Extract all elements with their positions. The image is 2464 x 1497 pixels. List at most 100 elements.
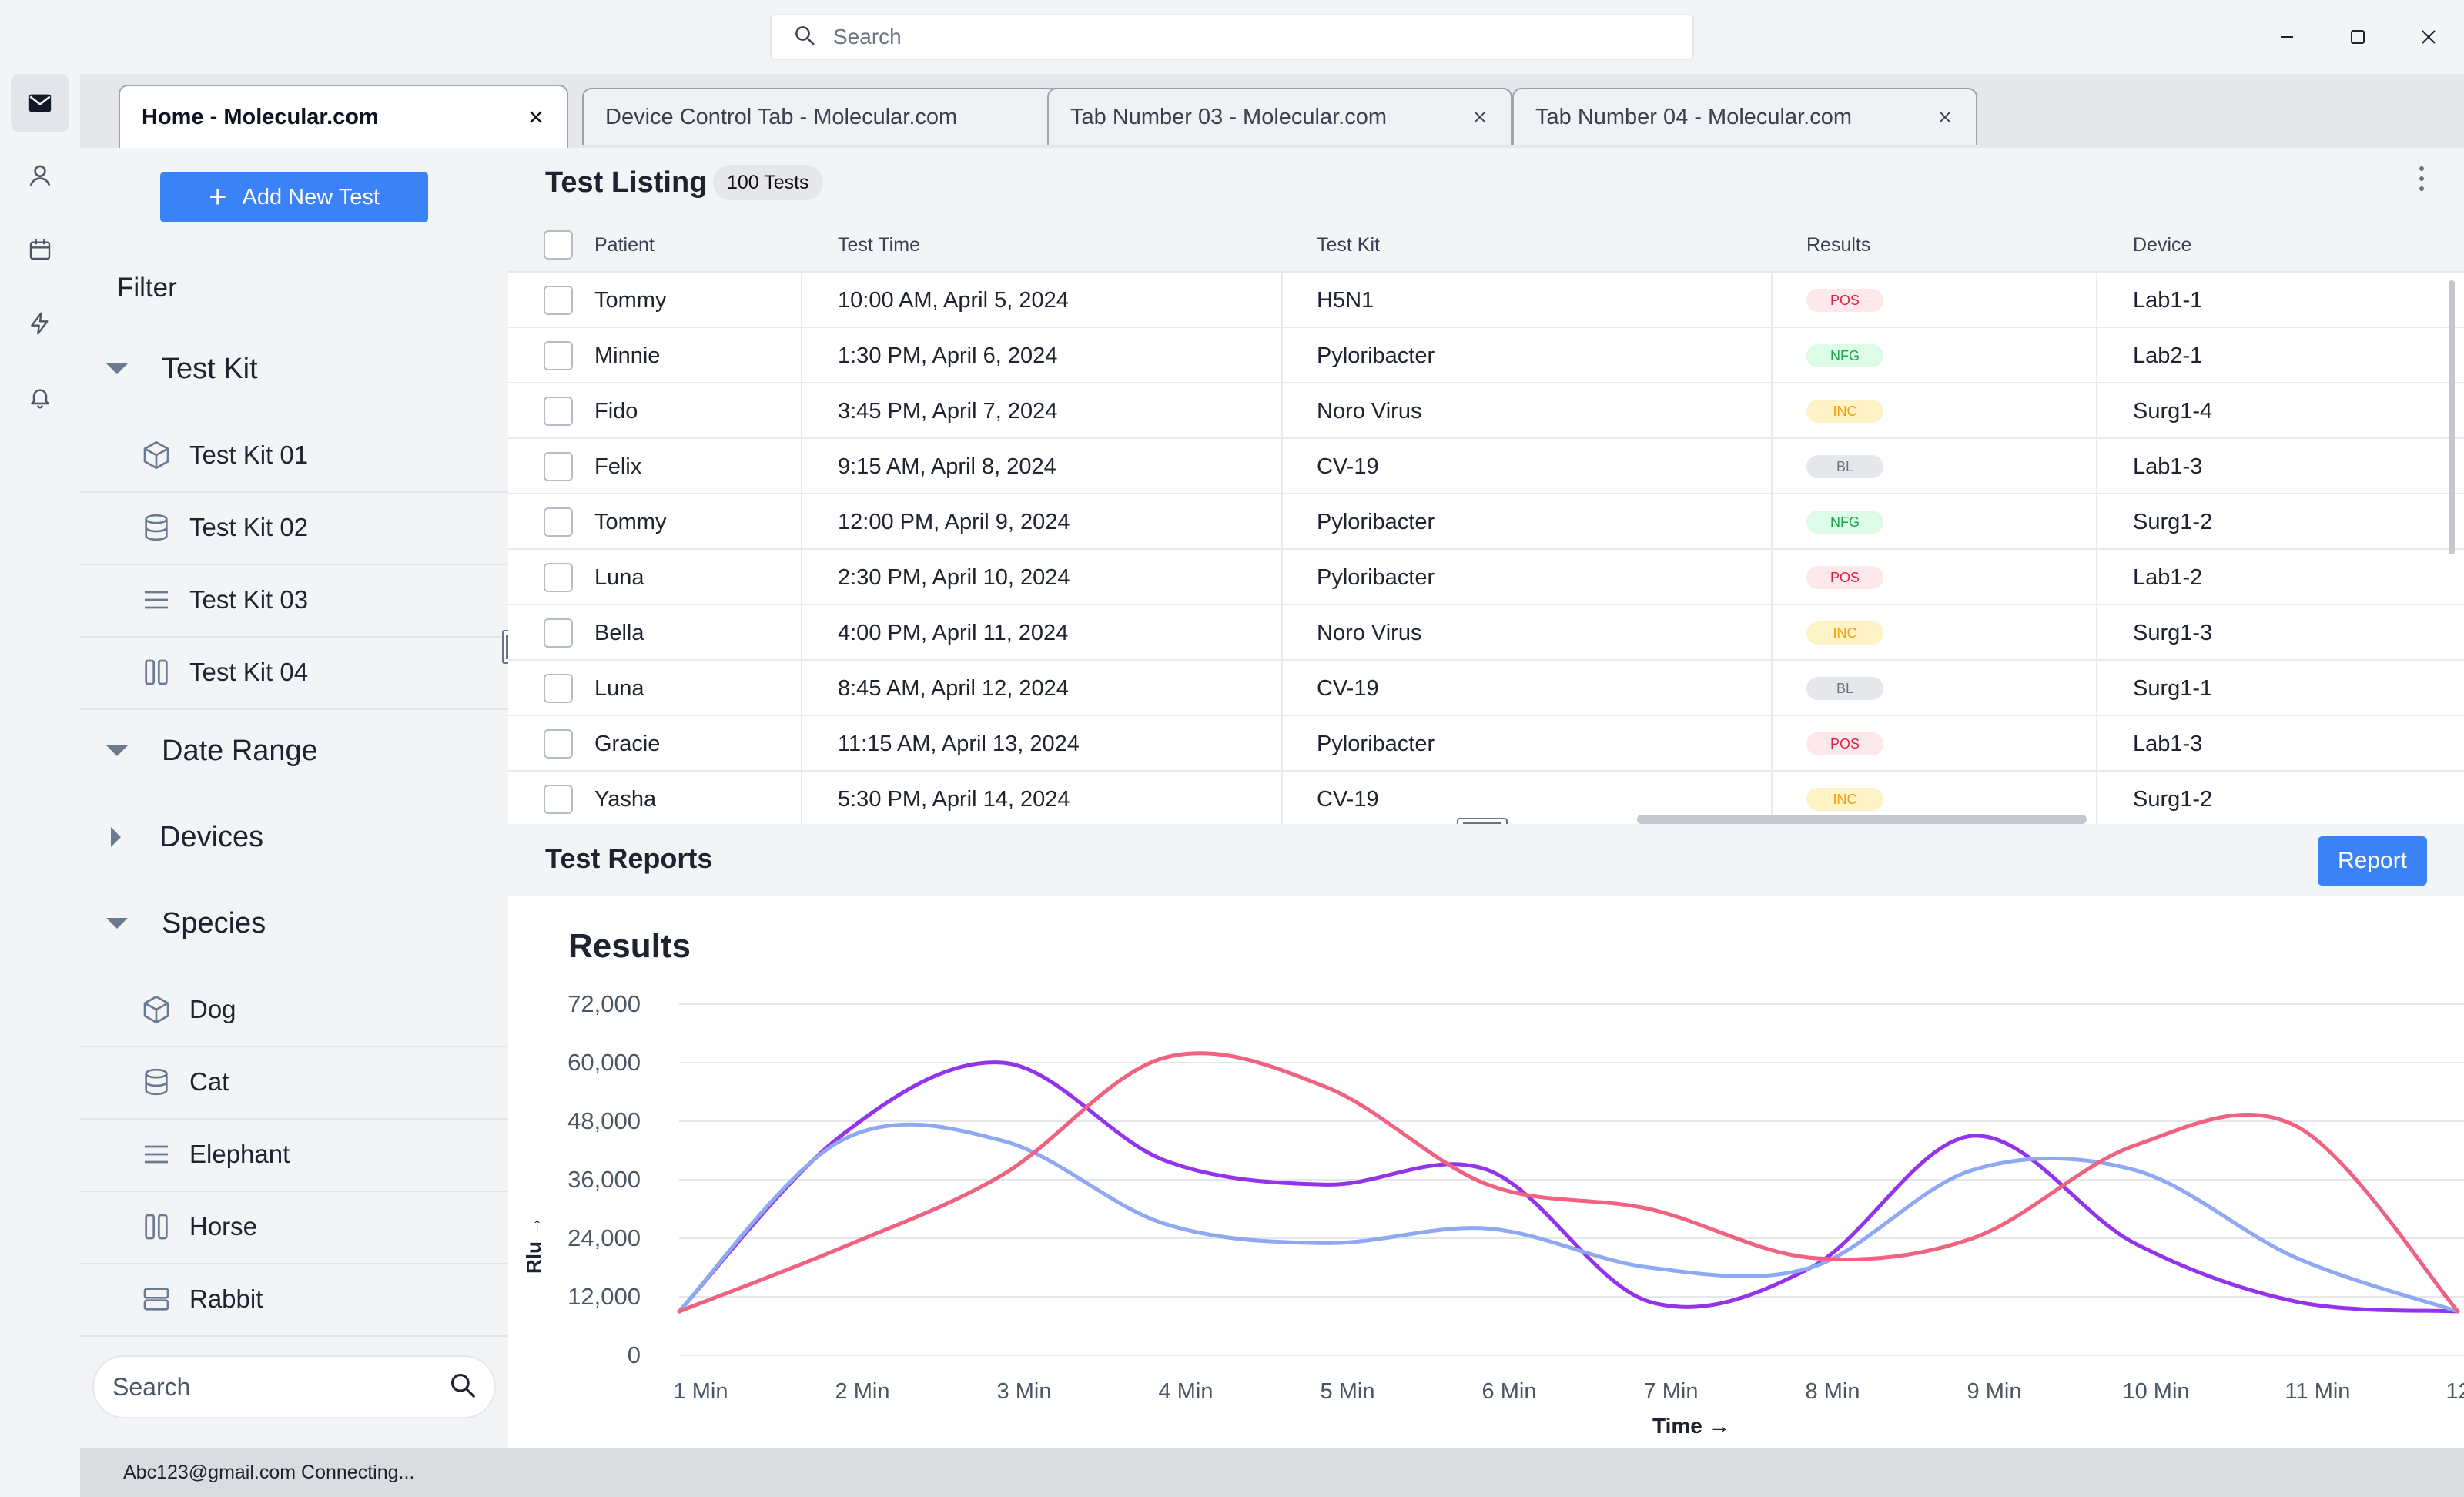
status-bar: Abc123@gmail.com Connecting... (80, 1448, 2464, 1497)
filter-item-label: Cat (189, 1067, 229, 1096)
mail-icon[interactable] (11, 74, 69, 132)
status-badge: INC (1806, 400, 1883, 423)
row-checkbox[interactable] (544, 273, 573, 328)
column-patient[interactable]: Patient (594, 217, 654, 273)
x-tick-label: 7 Min (1644, 1379, 1699, 1404)
filter-item-label: Test Kit 01 (189, 440, 309, 469)
user-icon[interactable] (11, 146, 69, 205)
y-tick-label: 72,000 (567, 990, 641, 1017)
top-search-input[interactable]: Search (770, 14, 1694, 60)
sidebar-search-input[interactable]: Search (92, 1355, 496, 1418)
table-row[interactable]: Luna 2:30 PM, April 10, 2024 Pyloribacter P… (508, 550, 2464, 605)
table-row[interactable]: Luna 8:45 AM, April 12, 2024 CV-19 BL Surg1-… (508, 661, 2464, 716)
caret-down-icon (106, 918, 128, 929)
add-new-test-button[interactable]: + Add New Test (160, 172, 428, 222)
lightning-icon[interactable] (11, 294, 69, 353)
search-icon[interactable] (448, 1371, 477, 1404)
row-checkbox[interactable] (544, 328, 573, 383)
table-row[interactable]: Gracie 11:15 AM, April 13, 2024 Pyloribact… (508, 716, 2464, 772)
status-badge: NFG (1806, 511, 1883, 534)
section-test-kit[interactable]: Test Kit (80, 342, 508, 396)
column-divider (2096, 273, 2097, 328)
cell-patient: Luna (594, 675, 644, 701)
table-horizontal-scrollbar[interactable] (1637, 815, 2087, 824)
column-divider (1281, 439, 1283, 494)
bell-icon[interactable] (11, 368, 69, 427)
column-results[interactable]: Results (1806, 217, 1870, 273)
section-label: Test Kit (162, 352, 258, 385)
report-button[interactable]: Report (2318, 836, 2427, 886)
filter-item-test-kit-02[interactable]: Test Kit 02 (80, 491, 508, 565)
row-checkbox[interactable] (544, 494, 573, 550)
row-checkbox[interactable] (544, 383, 573, 439)
series-line-1 (677, 1060, 2460, 1314)
column-divider (2096, 494, 2097, 550)
y-tick-label: 0 (628, 1341, 641, 1368)
tab-number-03[interactable]: Tab Number 03 - Molecular.com (1047, 88, 1512, 145)
maximize-button[interactable] (2339, 18, 2376, 55)
cell-test-kit: Noro Virus (1317, 398, 1422, 424)
table-vertical-scrollbar[interactable] (2449, 280, 2455, 554)
tab-home[interactable]: Home - Molecular.com (119, 85, 568, 148)
table-row[interactable]: Bella 4:00 PM, April 11, 2024 Noro Virus IN… (508, 605, 2464, 661)
filter-item-elephant[interactable]: Elephant (80, 1118, 508, 1192)
close-icon[interactable] (1468, 105, 1492, 129)
title-bar: Search (0, 0, 2464, 74)
table-row[interactable]: Fido 3:45 PM, April 7, 2024 Noro Virus INC S… (508, 383, 2464, 439)
table-row[interactable]: Felix 9:15 AM, April 8, 2024 CV-19 BL Lab1-3 (508, 439, 2464, 494)
column-test-kit[interactable]: Test Kit (1317, 217, 1380, 273)
column-divider (1281, 716, 1283, 772)
x-tick-label: 4 Min (1159, 1379, 1214, 1404)
column-divider (801, 439, 802, 494)
columns-icon (139, 655, 174, 690)
cell-device: Surg1-3 (2133, 620, 2213, 645)
filter-item-test-kit-03[interactable]: Test Kit 03 (80, 564, 508, 638)
filter-item-test-kit-01[interactable]: Test Kit 01 (80, 419, 508, 493)
cell-test-kit: CV-19 (1317, 454, 1379, 479)
column-test-time[interactable]: Test Time (838, 217, 920, 273)
close-window-button[interactable] (2410, 18, 2447, 55)
cell-test-time: 8:45 AM, April 12, 2024 (838, 675, 1069, 701)
column-divider (1281, 273, 1283, 328)
filter-item-cat[interactable]: Cat (80, 1046, 508, 1120)
column-divider (2096, 328, 2097, 383)
status-badge: NFG (1806, 344, 1883, 367)
table-row[interactable]: Tommy 12:00 PM, April 9, 2024 Pyloribacter… (508, 494, 2464, 550)
cell-device: Lab1-2 (2133, 564, 2203, 590)
calendar-icon[interactable] (11, 220, 69, 279)
column-device[interactable]: Device (2133, 217, 2191, 273)
filter-item-rabbit[interactable]: Rabbit (80, 1263, 508, 1337)
table-row[interactable]: Tommy 10:00 AM, April 5, 2024 H5N1 POS Lab1-… (508, 273, 2464, 328)
cell-device: Lab1-3 (2133, 731, 2203, 756)
row-checkbox[interactable] (544, 605, 573, 661)
tab-device-control[interactable]: Device Control Tab - Molecular.com (582, 88, 1124, 145)
filter-item-horse[interactable]: Horse (80, 1191, 508, 1264)
add-new-test-label: Add New Test (242, 184, 380, 209)
row-checkbox[interactable] (544, 772, 573, 827)
filter-item-dog[interactable]: Dog (80, 973, 508, 1047)
filter-item-test-kit-04[interactable]: Test Kit 04 (80, 636, 508, 710)
table-row[interactable]: Minnie 1:30 PM, April 6, 2024 Pyloribacter… (508, 328, 2464, 383)
tab-label: Tab Number 03 - Molecular.com (1070, 104, 1387, 129)
section-species[interactable]: Species (80, 896, 508, 950)
close-icon[interactable] (1933, 105, 1957, 129)
section-devices[interactable]: Devices (80, 810, 508, 864)
menu-lines-icon (139, 1137, 174, 1172)
column-divider (1771, 605, 1773, 661)
more-options-icon[interactable] (2410, 163, 2433, 194)
cell-result: POS (1806, 550, 1883, 605)
close-icon[interactable] (524, 105, 548, 129)
select-all-checkbox[interactable] (544, 217, 573, 273)
row-checkbox[interactable] (544, 716, 573, 772)
cell-device: Lab1-3 (2133, 454, 2203, 479)
row-checkbox[interactable] (544, 550, 573, 605)
cell-test-kit: Pyloribacter (1317, 731, 1435, 756)
tab-number-04[interactable]: Tab Number 04 - Molecular.com (1512, 88, 1977, 145)
row-checkbox[interactable] (544, 439, 573, 494)
x-tick-label: 11 Min (2285, 1379, 2351, 1404)
row-checkbox[interactable] (544, 661, 573, 716)
y-axis-label: Rlu → (522, 1215, 545, 1274)
minimize-button[interactable] (2268, 18, 2305, 55)
section-date-range[interactable]: Date Range (80, 724, 508, 778)
cell-result: BL (1806, 439, 1883, 494)
